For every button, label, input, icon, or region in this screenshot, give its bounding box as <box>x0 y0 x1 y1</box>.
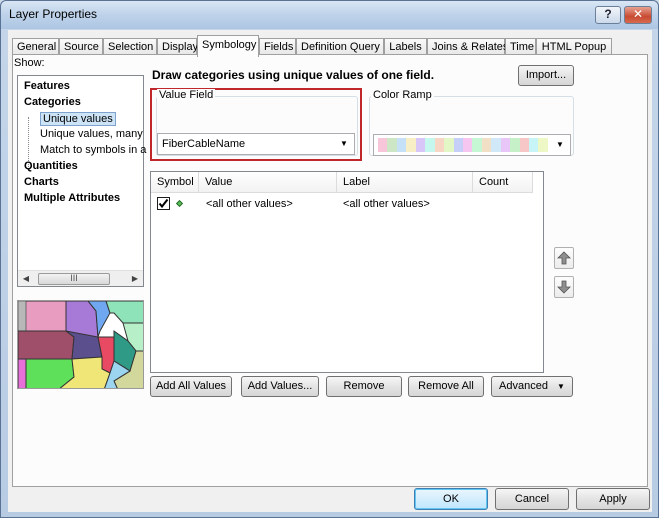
add-values-button[interactable]: Add Values... <box>241 376 319 397</box>
close-button[interactable]: ✕ <box>624 6 652 24</box>
remove-button[interactable]: Remove <box>326 376 402 397</box>
value-field-selected: FiberCableName <box>162 138 246 150</box>
remove-all-button[interactable]: Remove All <box>408 376 484 397</box>
chevron-down-icon: ▼ <box>557 382 565 391</box>
col-symbol[interactable]: Symbol <box>151 172 199 193</box>
ramp-swatch <box>406 138 416 152</box>
scroll-thumb[interactable]: III <box>38 273 110 285</box>
arrow-down-icon <box>557 280 571 294</box>
layer-properties-window: Layer Properties ? ✕ General Source Select… <box>0 0 659 518</box>
ramp-swatch <box>425 138 435 152</box>
import-button[interactable]: Import... <box>518 65 574 86</box>
row-value: <all other values> <box>206 198 293 210</box>
value-field-label: Value Field <box>157 89 216 101</box>
ramp-swatch <box>519 138 529 152</box>
symbology-preview-map <box>17 300 144 389</box>
show-item-multiple-attributes[interactable]: Multiple Attributes <box>24 192 120 204</box>
chevron-down-icon[interactable]: ▼ <box>552 136 568 154</box>
col-value[interactable]: Value <box>199 172 337 193</box>
value-field-select[interactable]: FiberCableName ▼ <box>157 133 355 155</box>
table-row[interactable]: <all other values> <all other values> <box>151 195 543 213</box>
show-item-categories[interactable]: Categories <box>24 96 81 108</box>
show-tree[interactable]: ◀ III ▶ Features Categories Unique values U… <box>17 75 146 287</box>
cancel-button[interactable]: Cancel <box>495 488 569 510</box>
unique-values-table[interactable]: Symbol Value Label Count <all other valu… <box>150 171 544 373</box>
ramp-swatch <box>500 138 511 152</box>
ok-button[interactable]: OK <box>414 488 488 510</box>
row-checkbox[interactable] <box>157 197 170 210</box>
ramp-swatch <box>481 138 492 152</box>
symbology-panel: Show: ◀ III ▶ Features Categories Unique v… <box>12 54 648 487</box>
advanced-button[interactable]: Advanced ▼ <box>491 376 573 397</box>
help-button[interactable]: ? <box>595 6 621 24</box>
ramp-swatch <box>378 138 388 152</box>
arrow-up-icon <box>557 251 571 265</box>
show-item-features[interactable]: Features <box>24 80 70 92</box>
show-item-match-to-symbols-in-a[interactable]: Match to symbols in a <box>40 144 146 156</box>
title-bar[interactable]: Layer Properties ? ✕ <box>1 1 658 29</box>
window-title: Layer Properties <box>9 7 98 21</box>
apply-button[interactable]: Apply <box>576 488 650 510</box>
ramp-swatch <box>387 138 397 152</box>
add-all-values-button[interactable]: Add All Values <box>150 376 232 397</box>
move-up-button[interactable] <box>554 247 574 269</box>
show-tree-scrollbar[interactable]: ◀ III ▶ <box>18 270 143 286</box>
show-item-charts[interactable]: Charts <box>24 176 59 188</box>
ramp-swatch <box>434 138 445 152</box>
color-ramp-label: Color Ramp <box>371 89 434 101</box>
move-down-button[interactable] <box>554 276 574 298</box>
symbology-heading: Draw categories using unique values of o… <box>152 68 435 82</box>
tab-symbology[interactable]: Symbology <box>197 35 259 57</box>
chevron-down-icon[interactable]: ▼ <box>336 135 352 153</box>
ramp-swatch <box>444 138 454 152</box>
ramp-swatch <box>415 138 426 152</box>
symbol-marker-icon <box>175 199 184 208</box>
show-item-unique-values-many[interactable]: Unique values, many <box>40 128 143 140</box>
color-ramp-swatch <box>378 138 548 152</box>
advanced-label: Advanced <box>499 380 548 392</box>
ramp-swatch <box>462 138 473 152</box>
ramp-swatch <box>538 138 548 152</box>
checkmark-icon <box>158 198 169 209</box>
ramp-swatch <box>472 138 482 152</box>
ramp-swatch <box>491 138 501 152</box>
col-label[interactable]: Label <box>337 172 473 193</box>
ramp-swatch <box>453 138 463 152</box>
color-ramp-select[interactable]: ▼ <box>373 134 571 156</box>
show-label: Show: <box>14 57 45 69</box>
scroll-left-icon[interactable]: ◀ <box>18 271 34 287</box>
row-label: <all other values> <box>343 198 430 210</box>
show-item-unique-values[interactable]: Unique values <box>40 112 116 126</box>
ramp-swatch <box>529 138 539 152</box>
ramp-swatch <box>396 138 407 152</box>
dialog-client-area: General Source Selection Display Symbology Fi… <box>8 30 652 512</box>
show-item-quantities[interactable]: Quantities <box>24 160 78 172</box>
scroll-right-icon[interactable]: ▶ <box>127 271 143 287</box>
ramp-swatch <box>510 138 520 152</box>
col-count[interactable]: Count <box>473 172 533 193</box>
